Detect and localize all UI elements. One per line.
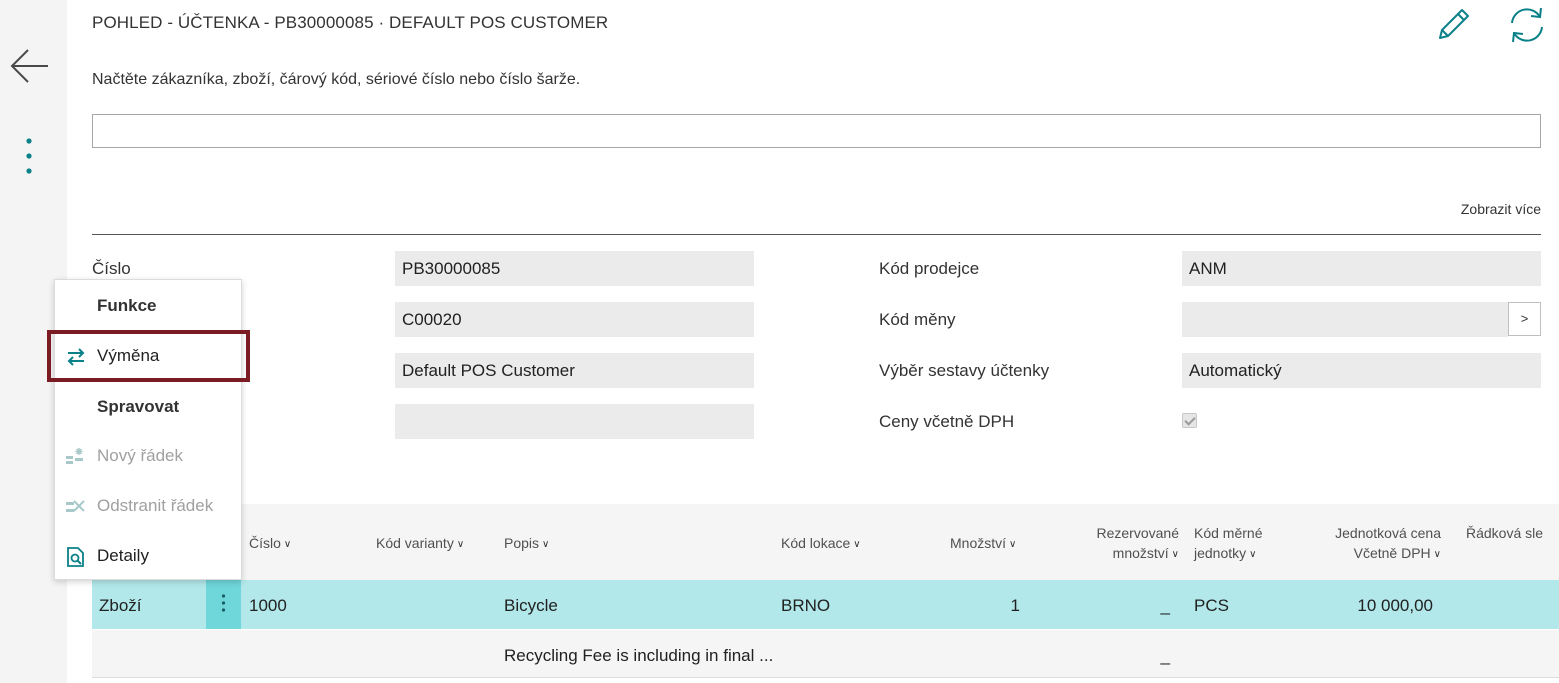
column-header-reserved-quantity[interactable]: Rezervované množství ∨ [1082, 523, 1180, 565]
chevron-down-icon: ∨ [456, 539, 465, 550]
column-header-unit-price[interactable]: Jednotková cena Včetně DPH ∨ [1300, 523, 1441, 565]
menu-item-label: Nový řádek [97, 446, 183, 465]
chevron-down-icon: ∨ [283, 539, 292, 550]
back-arrow-icon[interactable] [8, 44, 54, 88]
customer-number-field[interactable]: C00020 [395, 302, 754, 337]
receipt-report-label: Výběr sestavy účtenky [879, 361, 1050, 380]
receipt-report-field[interactable]: Automatický [1182, 353, 1541, 388]
details-document-icon [65, 546, 87, 568]
menu-group-manage: Spravovat [97, 397, 180, 416]
column-header-line-discount[interactable]: Řádková sle [1466, 523, 1543, 543]
show-more-link[interactable]: Zobrazit více [1461, 201, 1541, 217]
row-quantity-cell[interactable]: 1 [960, 596, 1020, 616]
menu-group-functions: Funkce [97, 296, 157, 315]
customer-name-field[interactable]: Default POS Customer [395, 353, 754, 388]
exchange-arrows-icon [65, 346, 87, 368]
column-header-number[interactable]: Číslo ∨ [249, 533, 291, 555]
section-divider [92, 234, 1541, 235]
row-type-cell: Zboží [99, 596, 142, 615]
column-header-variant[interactable]: Kód varianty ∨ [376, 533, 464, 555]
page-title: POHLED - ÚČTENKA - PB30000085 · DEFAULT … [92, 13, 609, 32]
more-options-icon[interactable] [18, 134, 40, 180]
menu-item-label: Detaily [97, 546, 149, 565]
menu-item-label: Odstranit řádek [97, 496, 214, 515]
currency-lookup-button[interactable]: > [1508, 302, 1541, 336]
delete-line-icon [65, 496, 87, 518]
refresh-icon[interactable] [1505, 4, 1549, 46]
row-description-cell[interactable]: Bicycle [504, 596, 558, 616]
menu-item-delete-line[interactable]: Odstranit řádek [55, 484, 241, 528]
currency-field[interactable] [1182, 302, 1508, 337]
scan-input[interactable] [92, 114, 1541, 148]
chevron-down-icon: ∨ [1171, 549, 1179, 560]
new-line-icon [65, 446, 87, 468]
menu-item-details[interactable]: Detaily [55, 534, 241, 578]
row-number-cell[interactable]: 1000 [249, 596, 287, 616]
row-reserved-cell[interactable]: _ [1120, 596, 1170, 616]
salesperson-label: Kód prodejce [879, 259, 980, 278]
column-header-unit-of-measure[interactable]: Kód měrné jednotky ∨ [1194, 523, 1262, 565]
column-header-location[interactable]: Kód lokace ∨ [781, 533, 861, 555]
row-price-cell[interactable]: 10 000,00 [1300, 596, 1433, 616]
chevron-down-icon: ∨ [853, 539, 861, 550]
row-reserved-cell[interactable]: _ [1120, 646, 1170, 666]
receipt-number-label: Číslo [92, 259, 131, 278]
chevron-down-icon: ∨ [1433, 549, 1441, 560]
row-actions-icon[interactable] [206, 580, 241, 629]
currency-label: Kód měny [879, 310, 956, 329]
prices-incl-vat-checkbox[interactable] [1182, 413, 1197, 428]
chevron-down-icon: ∨ [1249, 549, 1257, 560]
column-header-quantity[interactable]: Množství ∨ [950, 533, 1016, 555]
row-uom-cell[interactable]: PCS [1194, 596, 1229, 616]
prices-incl-vat-label: Ceny včetně DPH [879, 412, 1015, 431]
row-description-cell[interactable]: Recycling Fee is including in final ... [504, 646, 773, 666]
menu-item-exchange[interactable]: Výměna [55, 334, 241, 378]
column-header-description[interactable]: Popis ∨ [504, 533, 549, 555]
salesperson-field[interactable]: ANM [1182, 251, 1541, 286]
chevron-down-icon: ∨ [1009, 539, 1017, 550]
receipt-number-field[interactable]: PB30000085 [395, 251, 754, 286]
row-context-menu: Funkce Výměna Spravovat Nový řádek Odstr… [54, 279, 242, 580]
scan-label: Načtěte zákazníka, zboží, čárový kód, sé… [92, 71, 581, 88]
menu-item-new-line[interactable]: Nový řádek [55, 434, 241, 478]
pencil-icon[interactable] [1432, 4, 1474, 46]
row-location-cell[interactable]: BRNO [781, 596, 830, 616]
menu-item-label: Výměna [97, 346, 160, 365]
table-row[interactable] [92, 630, 1559, 678]
empty-field[interactable] [395, 404, 754, 439]
chevron-down-icon: ∨ [542, 539, 550, 550]
